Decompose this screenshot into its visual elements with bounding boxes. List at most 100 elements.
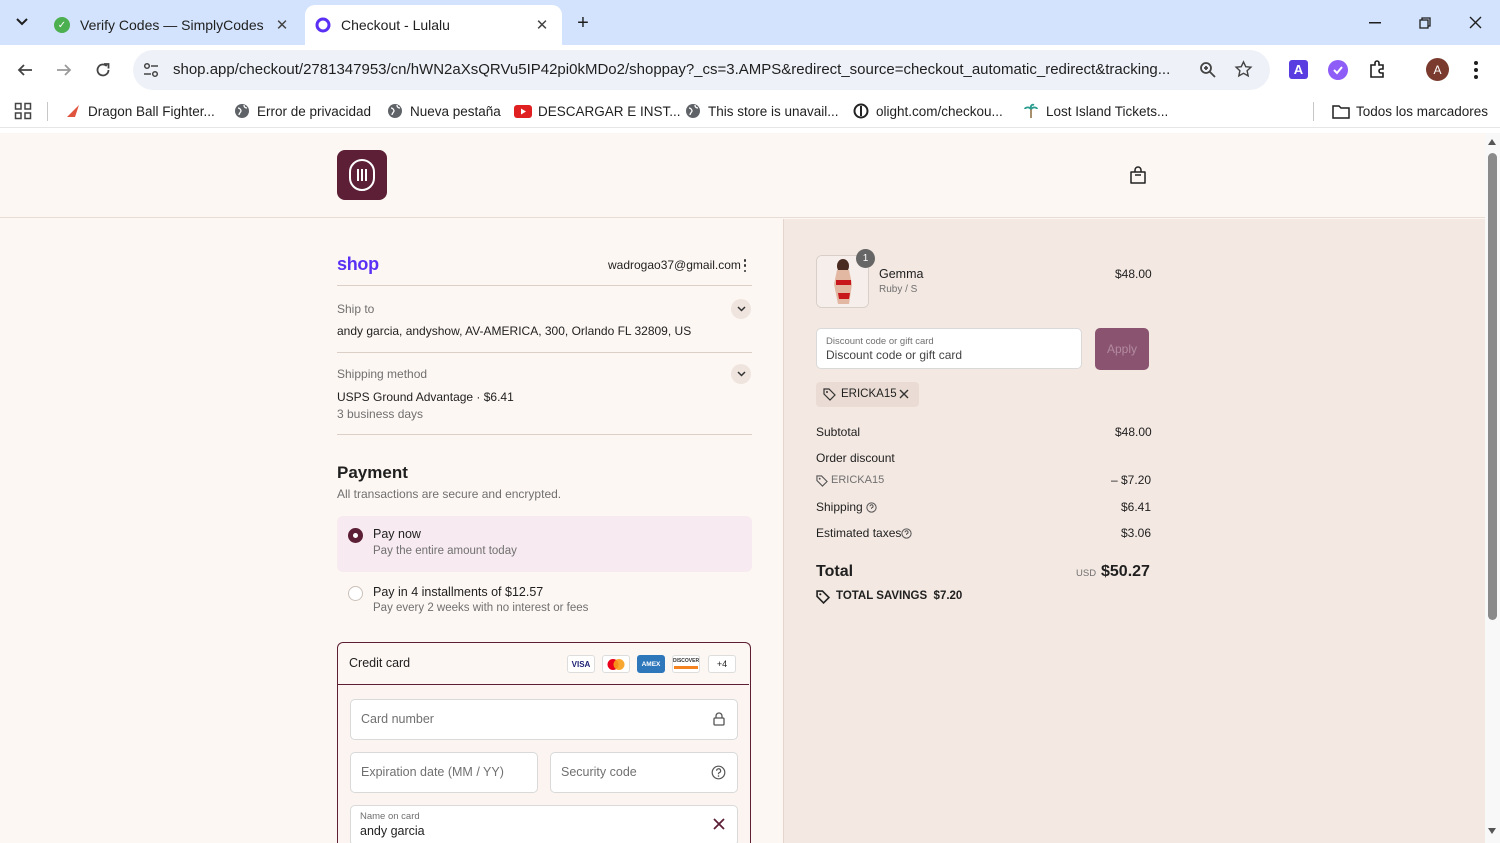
quantity-value: 1	[862, 253, 869, 264]
security-code-field[interactable]: Security code	[550, 752, 738, 793]
scroll-up-arrow-icon[interactable]	[1488, 139, 1496, 145]
arrow-right-icon	[57, 64, 72, 76]
applied-code-chip: ERICKA15	[816, 382, 919, 407]
card-number-field[interactable]: Card number	[350, 699, 738, 740]
order-discount-code: ERICKA15	[831, 474, 885, 486]
url-text: shop.app/checkout/2781347953/cn/hWN2aXsQ…	[173, 61, 1171, 78]
account-menu-icon[interactable]	[742, 259, 748, 272]
cart-bag-icon[interactable]	[1129, 166, 1147, 185]
credit-card-box: Credit card VISA AMEX DISCOVER +4 Card n…	[337, 642, 751, 843]
tab-title: Verify Codes — SimplyCodes	[80, 17, 264, 33]
bookmark-nueva-pestana[interactable]: Nueva pestaña	[386, 95, 501, 127]
folder-icon	[1332, 102, 1350, 120]
bookmark-label: This store is unavail...	[708, 103, 839, 119]
profile-avatar[interactable]: A	[1426, 58, 1449, 81]
order-discount-label: Order discount	[816, 451, 895, 465]
apps-grid-icon[interactable]	[14, 102, 32, 120]
bookmark-descargar[interactable]: DESCARGAR E INST...	[514, 95, 681, 127]
bookmarks-divider	[1313, 102, 1314, 121]
bookmark-olight[interactable]: olight.com/checkou...	[852, 95, 1003, 127]
pay-now-option[interactable]: Pay now Pay the entire amount today	[337, 516, 752, 572]
close-tab-icon[interactable]: ✕	[532, 15, 552, 35]
close-tab-icon[interactable]: ✕	[272, 15, 292, 35]
back-button[interactable]	[8, 53, 42, 87]
radio-unselected-icon[interactable]	[348, 586, 363, 601]
ship-to-label: Ship to	[337, 302, 375, 316]
chevron-down-icon[interactable]	[731, 364, 751, 384]
apply-label: Apply	[1106, 342, 1138, 356]
help-circle-icon[interactable]	[901, 528, 912, 539]
bookmarks-divider	[47, 102, 48, 121]
tab-search-button[interactable]	[8, 8, 36, 36]
scrollbar-thumb[interactable]	[1488, 153, 1497, 620]
scroll-down-arrow-icon[interactable]	[1488, 828, 1496, 834]
bookmark-store-unavailable[interactable]: This store is unavail...	[684, 95, 839, 127]
clear-x-icon[interactable]	[713, 818, 725, 830]
bookmark-error-privacidad[interactable]: Error de privacidad	[233, 95, 371, 127]
expiration-placeholder: Expiration date (MM / YY)	[361, 765, 504, 779]
subtotal-label: Subtotal	[816, 425, 861, 439]
bookmark-dragon-ball[interactable]: Dragon Ball Fighter...	[64, 95, 215, 127]
restore-button[interactable]	[1400, 0, 1450, 45]
checkout-page: shop wadrogao37@gmail.com Ship to andy g…	[0, 133, 1485, 843]
shipping-method-label: Shipping method	[337, 367, 428, 381]
minimize-button[interactable]	[1350, 0, 1400, 45]
apply-button[interactable]: Apply	[1095, 328, 1149, 370]
security-code-placeholder: Security code	[561, 765, 637, 779]
mastercard-icon	[602, 655, 630, 673]
total-label: Total	[816, 563, 854, 580]
discount-code-input[interactable]: Discount code or gift card Discount code…	[816, 328, 1082, 369]
expiration-date-field[interactable]: Expiration date (MM / YY)	[350, 752, 538, 793]
globe-icon	[386, 102, 404, 120]
remove-code-icon[interactable]	[899, 389, 909, 399]
tab-simplycodes[interactable]: ✓ Verify Codes — SimplyCodes ✕	[44, 5, 302, 45]
pay-now-sub: Pay the entire amount today	[373, 545, 517, 557]
total-value: $50.27	[1101, 563, 1150, 580]
zoom-icon[interactable]	[1199, 61, 1217, 79]
tag-icon	[823, 388, 836, 401]
total-currency: USD	[1076, 568, 1097, 579]
close-window-button[interactable]	[1450, 0, 1500, 45]
extensions-puzzle-icon[interactable]	[1368, 59, 1388, 79]
bookmark-label: olight.com/checkou...	[876, 103, 1003, 119]
radio-selected-icon[interactable]	[348, 528, 363, 543]
browser-menu-icon[interactable]	[1468, 59, 1484, 81]
amex-icon: AMEX	[637, 655, 665, 673]
shipping-label: Shipping	[816, 500, 863, 514]
reload-button[interactable]	[86, 53, 120, 87]
bookmark-star-icon[interactable]	[1234, 60, 1253, 79]
ship-to-section[interactable]: Ship to andy garcia, andyshow, AV-AMERIC…	[337, 293, 752, 351]
store-logo[interactable]	[337, 150, 387, 200]
chevron-down-icon[interactable]	[731, 299, 751, 319]
shipping-method-value: USPS Ground Advantage · $6.41	[337, 390, 514, 404]
arrow-left-icon	[17, 64, 32, 76]
discover-icon: DISCOVER	[672, 655, 700, 673]
divider	[337, 434, 752, 435]
name-on-card-field[interactable]: Name on card andy garcia	[350, 805, 738, 843]
more-cards-badge: +4	[708, 655, 736, 673]
page-scrollbar[interactable]	[1485, 133, 1500, 843]
tab-checkout[interactable]: Checkout - Lulalu ✕	[305, 5, 562, 45]
lock-icon	[713, 712, 725, 726]
all-bookmarks-folder[interactable]: Todos los marcadores	[1332, 95, 1488, 127]
help-circle-icon[interactable]	[711, 765, 726, 780]
extension-simplycodes-icon[interactable]	[1328, 60, 1348, 80]
extension-a-icon[interactable]: A	[1289, 60, 1308, 79]
help-circle-icon[interactable]	[866, 502, 877, 513]
address-bar[interactable]: shop.app/checkout/2781347953/cn/hWN2aXsQ…	[133, 50, 1270, 90]
bookmark-label: Lost Island Tickets...	[1046, 103, 1169, 119]
bookmark-label: DESCARGAR E INST...	[538, 103, 681, 119]
bookmark-label: Nueva pestaña	[410, 103, 501, 119]
shop-favicon-icon	[315, 17, 331, 33]
shipping-method-section[interactable]: Shipping method USPS Ground Advantage · …	[337, 359, 752, 433]
more-cards-label: +4	[716, 659, 728, 669]
bookmark-lost-island[interactable]: Lost Island Tickets...	[1022, 95, 1168, 127]
checkout-header	[0, 133, 1485, 218]
forward-button[interactable]	[47, 53, 81, 87]
visa-label: VISA	[571, 659, 591, 669]
new-tab-button[interactable]: +	[570, 10, 596, 36]
pay-installments-option[interactable]: Pay in 4 installments of $12.57 Pay ever…	[337, 576, 752, 622]
credit-card-header[interactable]: Credit card VISA AMEX DISCOVER +4	[338, 643, 749, 685]
shop-pay-logo: shop	[337, 254, 379, 274]
site-settings-icon[interactable]	[142, 61, 160, 79]
